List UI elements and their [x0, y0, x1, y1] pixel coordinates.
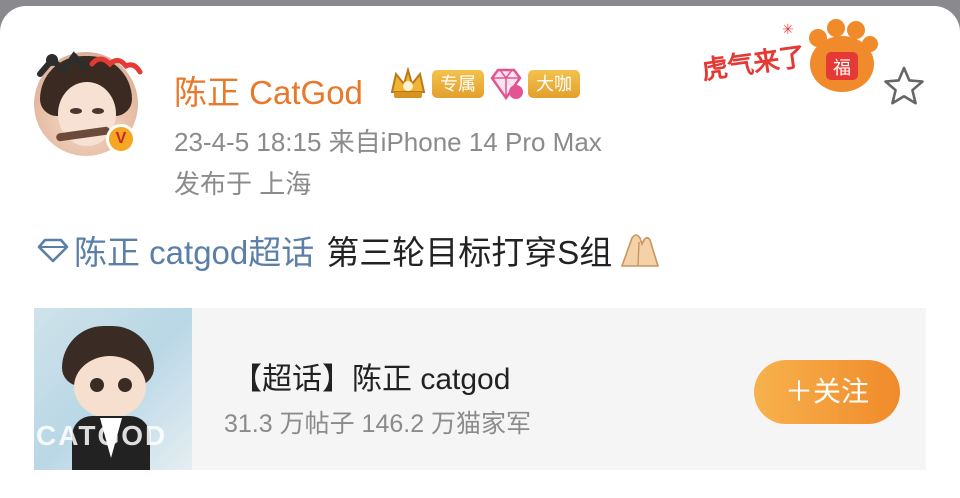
favorite-star-icon[interactable]	[882, 64, 926, 108]
author-badges: 专属 大咖	[388, 64, 580, 104]
author-avatar[interactable]: V	[30, 44, 143, 156]
svg-text:✳: ✳	[782, 22, 794, 38]
tiger-new-year-sticker-icon: 虎气来了 福 ✳	[700, 19, 878, 92]
post-text: 第三轮目标打穿S组	[326, 234, 613, 271]
post-location: 发布于 上海	[174, 169, 312, 199]
vip-tag[interactable]: 大咖	[528, 70, 580, 98]
post-time-source: 23-4-5 18:15 来自iPhone 14 Pro Max	[174, 127, 602, 157]
super-topic-stats: 31.3 万帖子 146.2 万猫家军	[224, 410, 532, 438]
svg-text:虎气来了: 虎气来了	[700, 41, 807, 86]
super-topic-cover: CATGOD	[34, 308, 192, 470]
post-content: 陈正 catgod超话 第三轮目标打穿S组	[36, 228, 662, 272]
super-topic-label: 陈正 catgod超话	[74, 234, 315, 271]
svg-text:福: 福	[833, 58, 851, 79]
cover-watermark-text: CATGOD	[36, 420, 168, 451]
folded-hands-emoji-icon	[621, 234, 660, 267]
follow-button[interactable]: ＋关注	[754, 360, 900, 424]
super-topic-title: 【超话】陈正 catgod	[232, 363, 511, 396]
verified-badge: V	[106, 124, 136, 154]
author-name[interactable]: 陈正 CatGod	[174, 66, 363, 114]
crown-icon[interactable]	[388, 66, 428, 102]
exclusive-tag[interactable]: 专属	[432, 70, 484, 98]
diamond-level-icon[interactable]	[488, 66, 524, 102]
diamond-icon	[37, 238, 69, 263]
super-topic-link[interactable]: 陈正 catgod超话	[36, 226, 314, 274]
avatar-pendant-icon	[37, 51, 143, 77]
weibo-post-card: V 陈正 CatGod 专属 大咖 23-4-5 18:15 来自iPhone …	[0, 6, 960, 498]
super-topic-card[interactable]: CATGOD 【超话】陈正 catgod 31.3 万帖子 146.2 万猫家军…	[34, 308, 926, 470]
